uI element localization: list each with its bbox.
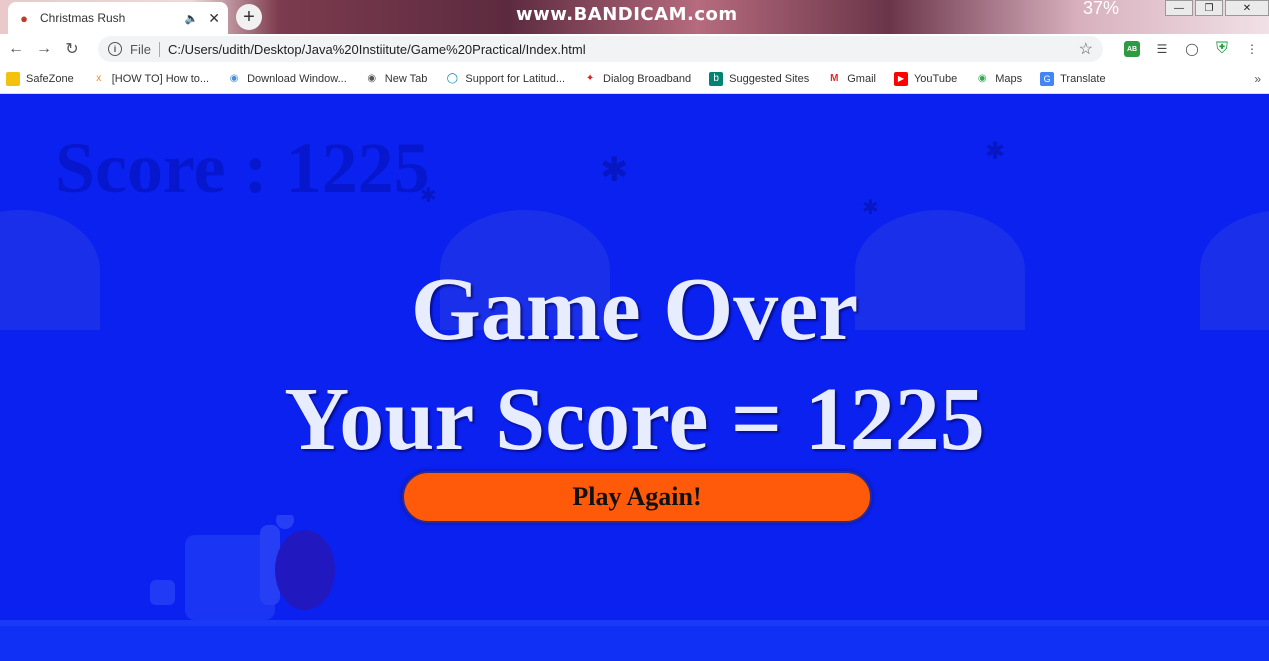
play-again-button[interactable]: Play Again! bbox=[402, 471, 872, 523]
ground-strip bbox=[0, 620, 1269, 661]
bookmark-item[interactable]: ▶ YouTube bbox=[893, 71, 957, 86]
adblock-extension-icon[interactable]: AB bbox=[1119, 36, 1145, 62]
browser-title-bar: ● Christmas Rush 🔈 ✕ + www.BANDICAM.com … bbox=[0, 0, 1269, 34]
bing-icon: b bbox=[709, 71, 724, 86]
bookmark-item[interactable]: G Translate bbox=[1040, 71, 1106, 86]
browser-tab[interactable]: ● Christmas Rush 🔈 ✕ bbox=[8, 2, 228, 34]
final-score: Your Score = 1225 bbox=[284, 370, 985, 469]
bookmark-item[interactable]: ◉ Download Window... bbox=[227, 72, 347, 86]
bookmark-item[interactable]: ✦ Dialog Broadband bbox=[583, 72, 691, 86]
extensions-area: AB ☰ ◯ ⛨ ⋮ bbox=[1115, 34, 1265, 64]
back-icon[interactable]: ← bbox=[2, 35, 30, 63]
bookmark-item[interactable]: ◯ Support for Latitud... bbox=[445, 72, 565, 86]
shield-extension-icon[interactable]: ⛨ bbox=[1209, 36, 1235, 62]
close-window-button[interactable]: ✕ bbox=[1225, 0, 1269, 16]
battery-percent: 37% bbox=[1083, 0, 1120, 18]
bookmarks-bar: SafeZone x [HOW TO] How to... ◉ Download W… bbox=[0, 64, 1269, 94]
minimize-button[interactable]: — bbox=[1165, 0, 1193, 16]
bookmark-item[interactable]: b Suggested Sites bbox=[709, 71, 809, 86]
url-text[interactable]: C:/Users/udith/Desktop/Java%20Instiitute… bbox=[168, 42, 1079, 57]
maps-icon: ◉ bbox=[977, 73, 987, 84]
bookmark-item[interactable]: x [HOW TO] How to... bbox=[92, 72, 209, 86]
bookmark-star-icon[interactable]: ☆ bbox=[1079, 39, 1093, 59]
background-score: Score : 1225 bbox=[55, 128, 430, 208]
media-controls-icon[interactable]: ☰ bbox=[1149, 36, 1175, 62]
dell-icon: ◯ bbox=[446, 73, 458, 84]
santa-sleigh-silhouette bbox=[150, 515, 335, 620]
profile-icon[interactable]: ◯ bbox=[1179, 36, 1205, 62]
globe-icon: ◉ bbox=[229, 73, 239, 84]
translate-icon: G bbox=[1040, 71, 1055, 86]
folder-icon bbox=[6, 71, 20, 86]
url-scheme: File bbox=[130, 41, 160, 57]
snowflake-icon: ✱ bbox=[862, 197, 879, 219]
restore-button[interactable]: ❐ bbox=[1195, 0, 1223, 16]
reload-icon[interactable]: ↻ bbox=[58, 35, 86, 63]
new-tab-button[interactable]: + bbox=[236, 4, 262, 30]
close-tab-icon[interactable]: ✕ bbox=[208, 10, 220, 27]
gmail-icon: M bbox=[830, 73, 839, 84]
forward-icon[interactable]: → bbox=[30, 35, 58, 63]
window-controls: — ❐ ✕ bbox=[1163, 0, 1269, 16]
globe-icon: ◉ bbox=[367, 73, 377, 84]
browser-toolbar: ← → ↻ i File C:/Users/udith/Desktop/Java… bbox=[0, 34, 1269, 64]
dialog-icon: ✦ bbox=[585, 73, 595, 84]
bookmark-item[interactable]: SafeZone bbox=[6, 71, 74, 86]
address-bar[interactable]: i File C:/Users/udith/Desktop/Java%20Ins… bbox=[98, 36, 1103, 62]
recording-watermark: www.BANDICAM.com bbox=[516, 4, 738, 25]
bookmark-item[interactable]: ◉ Maps bbox=[975, 72, 1022, 86]
santa-icon: ● bbox=[20, 10, 28, 26]
bookmark-item[interactable]: ◉ New Tab bbox=[365, 72, 427, 86]
xda-icon: x bbox=[96, 73, 102, 84]
game-canvas[interactable]: Score : 1225 ✱ ✱ ✱ ✱ Game Over Your Scor… bbox=[0, 95, 1269, 661]
youtube-icon: ▶ bbox=[893, 71, 908, 86]
menu-icon[interactable]: ⋮ bbox=[1239, 36, 1265, 62]
snowflake-icon: ✱ bbox=[600, 151, 629, 189]
bookmark-item[interactable]: M Gmail bbox=[827, 72, 876, 86]
speaker-icon[interactable]: 🔈 bbox=[185, 12, 199, 25]
game-over-title: Game Over bbox=[410, 260, 859, 359]
snowflake-icon: ✱ bbox=[420, 185, 437, 207]
tab-title: Christmas Rush bbox=[40, 11, 126, 25]
info-icon[interactable]: i bbox=[108, 42, 122, 56]
bookmarks-overflow-icon[interactable]: » bbox=[1254, 72, 1261, 86]
snowflake-icon: ✱ bbox=[985, 138, 1006, 165]
